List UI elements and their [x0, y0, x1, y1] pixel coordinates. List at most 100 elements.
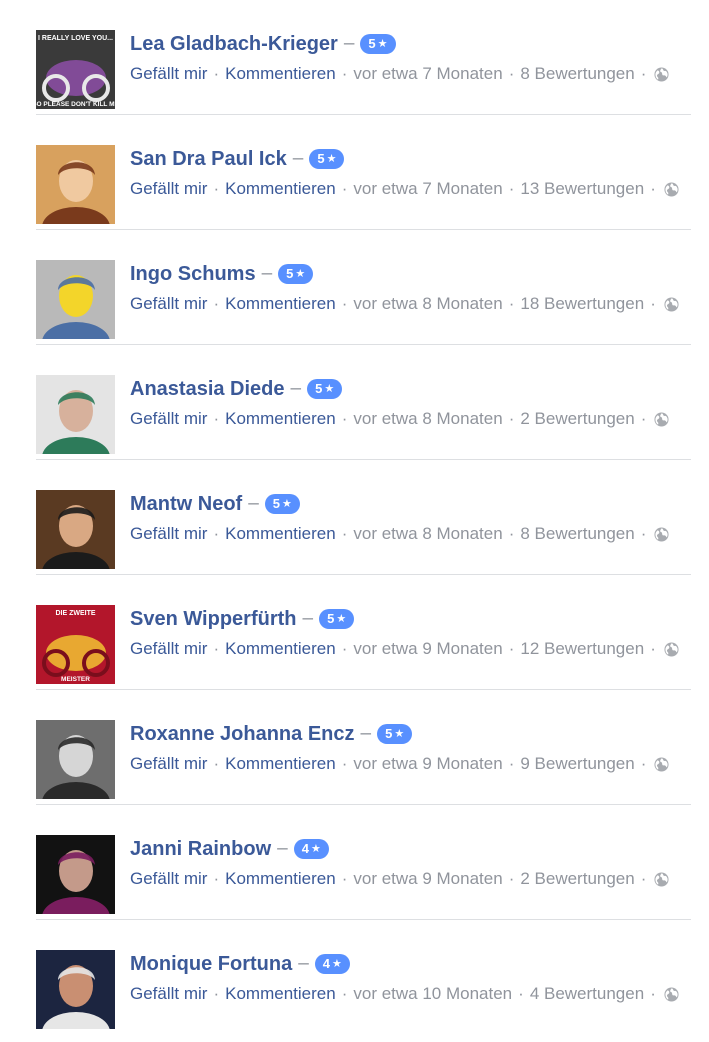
rating-value: 5	[327, 611, 335, 626]
review-item: San Dra Paul Ick – 5 ★ Gefällt mir · Komm…	[0, 115, 709, 230]
rating-count[interactable]: 4 Bewertungen	[530, 984, 644, 1004]
comment-link[interactable]: Kommentieren	[225, 179, 336, 199]
review-header: Anastasia Diede – 5 ★	[130, 376, 343, 402]
comment-link[interactable]: Kommentieren	[225, 64, 336, 84]
reviewer-name[interactable]: Lea Gladbach-Krieger	[130, 33, 338, 56]
rating-value: 4	[301, 841, 309, 856]
dot-separator: ·	[213, 294, 220, 313]
avatar[interactable]	[36, 260, 115, 339]
rating-count[interactable]: 13 Bewertungen	[520, 179, 644, 199]
dash-separator: –	[261, 263, 273, 284]
timestamp[interactable]: vor etwa 8 Monaten	[353, 294, 502, 314]
dot-separator: ·	[341, 179, 348, 198]
timestamp[interactable]: vor etwa 9 Monaten	[353, 754, 502, 774]
review-item: Roxanne Johanna Encz – 5 ★ Gefällt mir · …	[0, 690, 709, 805]
rating-count[interactable]: 8 Bewertungen	[520, 524, 634, 544]
comment-link[interactable]: Kommentieren	[225, 409, 336, 429]
dot-separator: ·	[341, 869, 348, 888]
like-link[interactable]: Gefällt mir	[130, 409, 207, 429]
like-link[interactable]: Gefällt mir	[130, 754, 207, 774]
globe-icon[interactable]	[664, 296, 679, 312]
timestamp[interactable]: vor etwa 9 Monaten	[353, 869, 502, 889]
review-header: Ingo Schums – 5 ★	[130, 261, 314, 287]
review-actions: Gefällt mir · Kommentieren · vor etwa 9 …	[130, 753, 669, 775]
review-actions: Gefällt mir · Kommentieren · vor etwa 9 …	[130, 868, 669, 890]
comment-link[interactable]: Kommentieren	[225, 294, 336, 314]
rating-badge: 5 ★	[278, 264, 314, 284]
comment-link[interactable]: Kommentieren	[225, 754, 336, 774]
reviewer-name[interactable]: Sven Wipperfürth	[130, 608, 297, 631]
like-link[interactable]: Gefällt mir	[130, 179, 207, 199]
star-icon: ★	[310, 843, 321, 855]
globe-icon[interactable]	[664, 986, 679, 1002]
like-link[interactable]: Gefällt mir	[130, 869, 207, 889]
review-item: Ingo Schums – 5 ★ Gefällt mir · Kommentie…	[0, 230, 709, 345]
rating-count[interactable]: 2 Bewertungen	[520, 409, 634, 429]
review-actions: Gefällt mir · Kommentieren · vor etwa 9 …	[130, 638, 679, 660]
comment-link[interactable]: Kommentieren	[225, 984, 336, 1004]
timestamp[interactable]: vor etwa 7 Monaten	[353, 64, 502, 84]
dot-separator: ·	[213, 754, 220, 773]
dot-separator: ·	[341, 984, 348, 1003]
avatar[interactable]	[36, 490, 115, 569]
globe-icon[interactable]	[654, 66, 669, 82]
timestamp[interactable]: vor etwa 8 Monaten	[353, 409, 502, 429]
rating-count[interactable]: 18 Bewertungen	[520, 294, 644, 314]
rating-count[interactable]: 8 Bewertungen	[520, 64, 634, 84]
review-actions: Gefällt mir · Kommentieren · vor etwa 7 …	[130, 178, 679, 200]
star-icon: ★	[394, 728, 405, 740]
reviewer-name[interactable]: San Dra Paul Ick	[130, 148, 287, 171]
rating-count[interactable]: 9 Bewertungen	[520, 754, 634, 774]
timestamp[interactable]: vor etwa 10 Monaten	[353, 984, 512, 1004]
review-header: Janni Rainbow – 4 ★	[130, 836, 329, 862]
globe-icon[interactable]	[664, 181, 679, 197]
like-link[interactable]: Gefällt mir	[130, 639, 207, 659]
avatar[interactable]	[36, 145, 115, 224]
globe-icon[interactable]	[654, 871, 669, 887]
dash-separator: –	[360, 723, 372, 744]
review-item: Mantw Neof – 5 ★ Gefällt mir · Kommentier…	[0, 460, 709, 575]
review-actions: Gefällt mir · Kommentieren · vor etwa 8 …	[130, 408, 669, 430]
dot-separator: ·	[341, 64, 348, 83]
avatar[interactable]	[36, 720, 115, 799]
dot-separator: ·	[640, 409, 647, 428]
rating-count[interactable]: 2 Bewertungen	[520, 869, 634, 889]
globe-icon[interactable]	[654, 411, 669, 427]
reviewer-name[interactable]: Ingo Schums	[130, 263, 256, 286]
rating-value: 4	[322, 956, 331, 971]
avatar[interactable]	[36, 375, 115, 454]
dash-separator: –	[343, 33, 355, 54]
dot-separator: ·	[508, 524, 515, 543]
reviewer-name[interactable]: Mantw Neof	[130, 493, 242, 516]
timestamp[interactable]: vor etwa 9 Monaten	[353, 639, 502, 659]
review-header: Sven Wipperfürth – 5 ★	[130, 606, 355, 632]
comment-link[interactable]: Kommentieren	[225, 524, 336, 544]
dot-separator: ·	[640, 754, 647, 773]
globe-icon[interactable]	[654, 526, 669, 542]
rating-count[interactable]: 12 Bewertungen	[520, 639, 644, 659]
svg-text:MEISTER: MEISTER	[61, 676, 90, 683]
like-link[interactable]: Gefällt mir	[130, 984, 207, 1004]
comment-link[interactable]: Kommentieren	[225, 639, 336, 659]
timestamp[interactable]: vor etwa 8 Monaten	[353, 524, 502, 544]
reviewer-name[interactable]: Janni Rainbow	[130, 838, 271, 861]
like-link[interactable]: Gefällt mir	[130, 524, 207, 544]
dot-separator: ·	[341, 639, 348, 658]
reviewer-name[interactable]: Anastasia Diede	[130, 378, 285, 401]
reviewer-name[interactable]: Roxanne Johanna Encz	[130, 723, 355, 746]
globe-icon[interactable]	[654, 756, 669, 772]
reviewer-name[interactable]: Monique Fortuna	[130, 953, 292, 976]
like-link[interactable]: Gefällt mir	[130, 64, 207, 84]
like-link[interactable]: Gefällt mir	[130, 294, 207, 314]
dot-separator: ·	[341, 409, 348, 428]
timestamp[interactable]: vor etwa 7 Monaten	[353, 179, 502, 199]
dot-separator: ·	[650, 639, 656, 658]
avatar[interactable]: DIE ZWEITE MEISTER	[36, 605, 115, 684]
dot-separator: ·	[508, 869, 515, 888]
avatar[interactable]: I REALLY LOVE YOU... SO PLEASE DON'T KILL…	[36, 30, 115, 109]
globe-icon[interactable]	[664, 641, 679, 657]
star-icon: ★	[324, 383, 335, 395]
avatar[interactable]	[36, 835, 115, 914]
avatar[interactable]	[36, 950, 115, 1029]
comment-link[interactable]: Kommentieren	[225, 869, 336, 889]
